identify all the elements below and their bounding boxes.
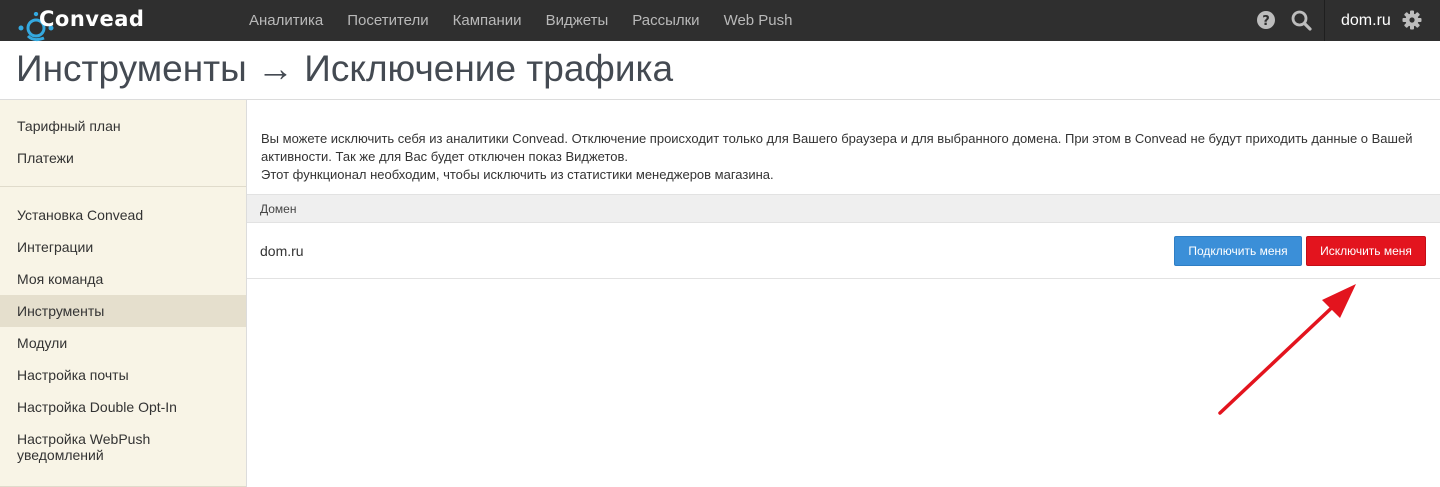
logo-text[interactable]: Convead: [39, 7, 144, 31]
gear-icon[interactable]: [1402, 10, 1422, 30]
sidebar-item-payments[interactable]: Платежи: [0, 150, 246, 166]
table-header: Домен: [247, 194, 1440, 223]
info-paragraph-2: Этот функционал необходим, чтобы исключи…: [261, 167, 774, 182]
column-header-domain: Домен: [260, 202, 297, 216]
page-title: Инструменты → Исключение трафика: [16, 48, 674, 89]
row-domain: dom.ru: [260, 243, 304, 259]
sidebar-item-mail-settings[interactable]: Настройка почты: [0, 367, 246, 383]
search-icon[interactable]: [1291, 10, 1312, 31]
sidebar-divider: [0, 186, 246, 187]
nav-item-webpush[interactable]: Web Push: [712, 0, 805, 41]
enable-me-button[interactable]: Подключить меня: [1174, 236, 1302, 266]
account-domain[interactable]: dom.ru: [1341, 0, 1391, 41]
table-row: dom.ru Подключить меня Исключить меня: [247, 223, 1440, 279]
nav-item-mailings[interactable]: Рассылки: [620, 0, 711, 41]
sidebar-item-integrations[interactable]: Интеграции: [0, 239, 246, 255]
exclude-me-button[interactable]: Исключить меня: [1306, 236, 1426, 266]
nav-item-visitors[interactable]: Посетители: [335, 0, 440, 41]
sidebar-item-tools[interactable]: Инструменты: [0, 295, 246, 327]
sidebar-item-tariff[interactable]: Тарифный план: [0, 118, 246, 134]
info-text: Вы можете исключить себя из аналитики Co…: [261, 130, 1431, 184]
main-nav: Аналитика Посетители Кампании Виджеты Ра…: [237, 0, 805, 41]
sidebar: Тарифный план Платежи Установка Convead …: [0, 100, 247, 487]
info-paragraph-1: Вы можете исключить себя из аналитики Co…: [261, 131, 1413, 164]
sidebar-item-webpush-notifications[interactable]: Настройка WebPush уведомлений: [0, 431, 170, 463]
sidebar-item-team[interactable]: Моя команда: [0, 271, 246, 287]
annotation-arrow-icon: [1218, 284, 1356, 415]
nav-item-campaigns[interactable]: Кампании: [441, 0, 534, 41]
navbar-divider: [1324, 0, 1325, 41]
sidebar-item-double-optin[interactable]: Настройка Double Opt-In: [0, 399, 246, 415]
top-navbar: Convead Аналитика Посетители Кампании Ви…: [0, 0, 1440, 42]
sidebar-item-modules[interactable]: Модули: [0, 335, 246, 351]
svg-text:?: ?: [1262, 14, 1270, 29]
help-icon[interactable]: ?: [1256, 10, 1276, 30]
nav-item-analytics[interactable]: Аналитика: [237, 0, 335, 41]
nav-item-widgets[interactable]: Виджеты: [534, 0, 621, 41]
sidebar-item-install[interactable]: Установка Convead: [0, 207, 246, 223]
